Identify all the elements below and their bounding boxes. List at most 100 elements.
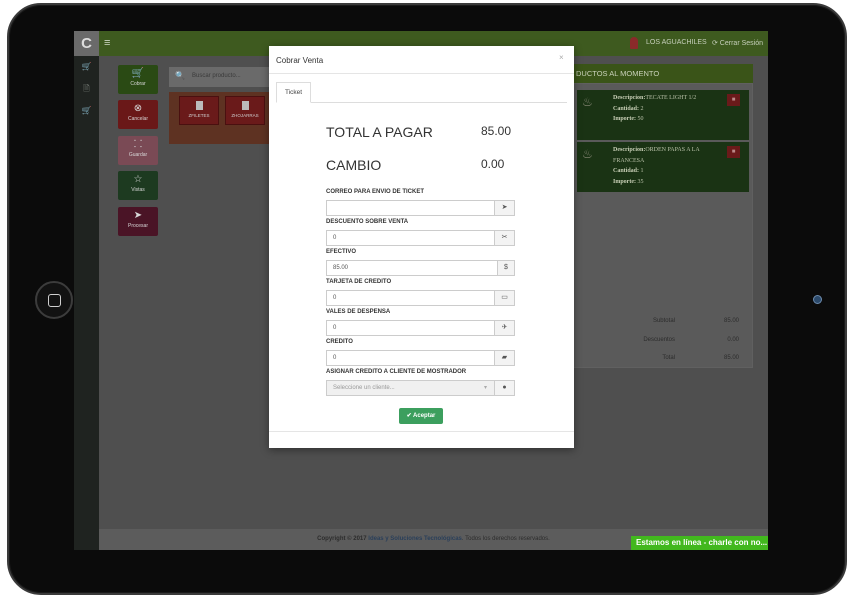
user-icon[interactable]: ● xyxy=(495,380,515,396)
item-amount: 50 xyxy=(637,116,644,122)
discount-field[interactable]: 0 xyxy=(326,230,495,246)
qty-label: Cantidad: xyxy=(613,105,640,112)
guardar-button[interactable]: ⸬ Guardar xyxy=(118,136,158,165)
logout-link[interactable]: ⟳ Cerrar Sesión xyxy=(712,39,763,47)
cancel-icon: ⊗ xyxy=(133,103,143,114)
credit-card-label: TARJETA DE CREDITO xyxy=(326,279,392,285)
qty-label: Cantidad: xyxy=(613,168,640,174)
user-icon xyxy=(630,37,638,49)
desc-label: Descripcion: xyxy=(613,95,646,101)
assign-client-label: ASIGNAR CREDITO A CLIENTE DE MOSTRADOR xyxy=(326,369,467,375)
footer-suffix: . Todos los derechos reservados. xyxy=(461,536,550,542)
home-button[interactable] xyxy=(35,281,73,319)
cobrar-button[interactable]: 🛒 Cobrar xyxy=(118,65,158,94)
amount-label: Importe: xyxy=(613,178,636,185)
product-search[interactable]: 🔍 Buscar producto... xyxy=(169,67,271,87)
card-icon: ▭ xyxy=(495,290,515,306)
credit-field[interactable]: 0 xyxy=(326,350,495,366)
order-item-details: Descripcion:ORDEN PAPAS A LA FRANCESA Ca… xyxy=(613,145,701,187)
order-item: ♨ Descripcion:TECATE LIGHT 1/2 Cantidad:… xyxy=(577,90,749,140)
delete-item-button[interactable]: ■ xyxy=(727,94,740,106)
cambio-label: CAMBIO xyxy=(326,157,382,173)
scissors-icon: ✂ xyxy=(495,230,515,246)
total-a-pagar-label: TOTAL A PAGAR xyxy=(326,124,433,140)
discount-value: 0.00 xyxy=(727,337,739,343)
procesar-button[interactable]: ➤ Procesar xyxy=(118,207,158,236)
email-ticket-field[interactable] xyxy=(326,200,495,216)
tab-divider xyxy=(276,102,567,103)
close-icon[interactable]: × xyxy=(559,53,564,62)
modal-divider xyxy=(269,73,574,74)
desc-label: Descripcion: xyxy=(613,147,646,153)
document-icon[interactable]: 🗎 xyxy=(74,78,99,100)
vouchers-field[interactable]: 0 xyxy=(326,320,495,336)
subtotal-row: Subtotal 85.00 xyxy=(572,318,753,332)
camera-icon xyxy=(813,295,822,304)
send-icon[interactable]: ➤ xyxy=(495,200,515,216)
item-description: TECATE LIGHT 1/2 xyxy=(645,95,697,101)
product-grid: ZFILETES ZHOJARRAS xyxy=(169,92,271,144)
cash-field[interactable]: 85.00 xyxy=(326,260,498,276)
total-row: Total 85.00 xyxy=(572,355,753,369)
bookmark-icon xyxy=(195,101,203,110)
product-name: ZFILETES xyxy=(188,113,210,118)
cart-icon[interactable]: 🛒 xyxy=(74,56,99,78)
footer-copyright: Copyright © 2017 xyxy=(317,536,367,542)
subtotal-label: Subtotal xyxy=(652,318,675,324)
fire-icon: ♨ xyxy=(582,95,593,109)
search-input[interactable]: Buscar producto... xyxy=(192,73,241,79)
vouchers-label: VALES DE DESPENSA xyxy=(326,309,391,315)
product-name: ZHOJARRAS xyxy=(231,113,259,118)
cart-icon: 🛒 xyxy=(131,68,145,79)
search-icon: 🔍 xyxy=(175,71,185,80)
discount-row: Descuentos 0.00 xyxy=(572,337,753,351)
vistas-label: Vistas xyxy=(131,187,145,193)
total-a-pagar-value: 85.00 xyxy=(481,124,512,138)
tab-ticket[interactable]: Ticket xyxy=(276,82,311,103)
discount-label: Descuentos xyxy=(643,337,675,343)
credit-label: CREDITO xyxy=(326,339,353,345)
cobrar-label: Cobrar xyxy=(130,81,146,87)
sitemap-icon: ⸬ xyxy=(133,139,143,150)
order-item-details: Descripcion:TECATE LIGHT 1/2 Cantidad: 2… xyxy=(613,93,701,125)
modal-footer-divider xyxy=(269,431,574,432)
star-icon: ☆ xyxy=(133,174,143,185)
order-panel-title: DUCTOS AL MOMENTO xyxy=(572,64,753,83)
modal-title: Cobrar Venta xyxy=(276,56,324,65)
app-logo[interactable]: C xyxy=(74,31,99,56)
chevron-down-icon: ▾ xyxy=(484,385,488,391)
subtotal-value: 85.00 xyxy=(723,318,739,324)
item-quantity: 2 xyxy=(640,105,644,112)
live-chat-button[interactable]: Estamos en línea - charle con no... xyxy=(631,536,768,550)
total-label: Total xyxy=(662,355,675,361)
sidebar: 🛒 🗎 🛒 xyxy=(74,56,99,550)
item-amount: 35 xyxy=(637,178,644,185)
procesar-label: Procesar xyxy=(127,223,148,229)
product-tile[interactable]: ZHOJARRAS xyxy=(225,96,265,125)
guardar-label: Guardar xyxy=(128,152,148,158)
menu-toggle-icon[interactable]: ≡ xyxy=(104,37,110,49)
cancelar-button[interactable]: ⊗ Cancelar xyxy=(118,100,158,129)
vistas-button[interactable]: ☆ Vistas xyxy=(118,171,158,200)
accept-button[interactable]: ✔ Aceptar xyxy=(399,408,443,424)
email-ticket-label: CORREO PARA ENVIO DE TICKET xyxy=(326,189,425,195)
cart-icon[interactable]: 🛒 xyxy=(74,100,99,122)
order-totals: Subtotal 85.00 Descuentos 0.00 Total 85.… xyxy=(572,318,753,378)
total-value: 85.00 xyxy=(723,355,739,361)
user-name[interactable]: LOS AGUACHILES xyxy=(646,39,707,46)
client-select[interactable]: Seleccione un cliente... xyxy=(326,380,495,396)
order-item: ♨ Descripcion:ORDEN PAPAS A LA FRANCESA … xyxy=(577,142,749,192)
plane-icon: ✈ xyxy=(495,320,515,336)
folder-icon: ▰ xyxy=(495,350,515,366)
delete-item-button[interactable]: ■ xyxy=(727,146,740,158)
footer-brand-link[interactable]: Ideas y Soluciones Tecnológicas xyxy=(368,536,462,542)
cobrar-venta-modal: Cobrar Venta × Ticket TOTAL A PAGAR 85.0… xyxy=(269,46,574,448)
cancelar-label: Cancelar xyxy=(127,116,148,122)
bookmark-icon xyxy=(241,101,249,110)
item-quantity: 1 xyxy=(640,168,644,174)
product-tile[interactable]: ZFILETES xyxy=(179,96,219,125)
credit-card-field[interactable]: 0 xyxy=(326,290,495,306)
cambio-value: 0.00 xyxy=(481,157,505,171)
fire-icon: ♨ xyxy=(582,147,593,161)
dollar-icon: $ xyxy=(498,260,515,276)
